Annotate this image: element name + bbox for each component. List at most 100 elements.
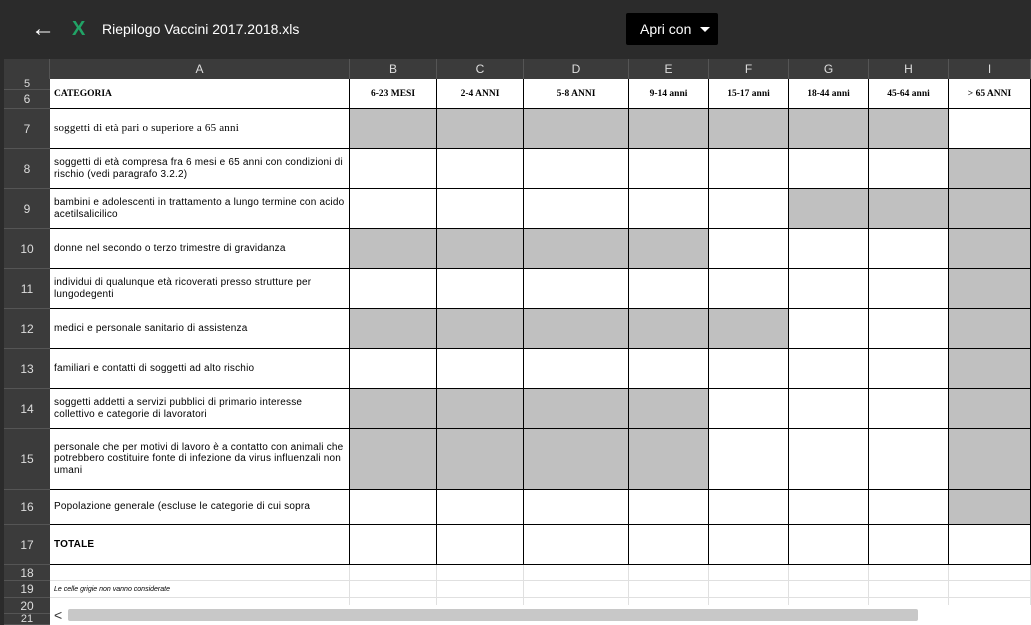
empty-cell[interactable] xyxy=(629,581,709,598)
data-cell[interactable] xyxy=(437,349,524,389)
data-cell[interactable] xyxy=(524,149,629,189)
data-cell[interactable] xyxy=(629,429,709,490)
data-cell[interactable] xyxy=(437,109,524,149)
data-cell[interactable] xyxy=(524,389,629,429)
empty-cell[interactable] xyxy=(350,581,437,598)
row-header-11[interactable]: 11 xyxy=(4,269,50,309)
empty-cell[interactable] xyxy=(709,581,789,598)
category-cell[interactable]: individui di qualunque età ricoverati pr… xyxy=(50,269,350,309)
row-header-12[interactable]: 12 xyxy=(4,309,50,349)
data-cell[interactable] xyxy=(524,490,629,525)
row-header-21[interactable]: 21 xyxy=(4,614,50,625)
row-header-15[interactable]: 15 xyxy=(4,429,50,490)
empty-cell[interactable] xyxy=(869,565,949,581)
data-cell[interactable] xyxy=(524,189,629,229)
empty-cell[interactable] xyxy=(350,565,437,581)
empty-cell[interactable] xyxy=(789,581,869,598)
data-cell[interactable] xyxy=(524,349,629,389)
data-cell[interactable] xyxy=(350,349,437,389)
data-cell[interactable] xyxy=(350,269,437,309)
header-age-3[interactable]: 5-8 ANNI xyxy=(524,79,629,109)
column-header-g[interactable]: G xyxy=(789,59,869,79)
category-cell[interactable]: Popolazione generale (escluse le categor… xyxy=(50,490,350,525)
data-cell[interactable] xyxy=(629,269,709,309)
data-cell[interactable] xyxy=(869,490,949,525)
data-cell[interactable] xyxy=(709,429,789,490)
data-cell[interactable] xyxy=(789,269,869,309)
header-age-4[interactable]: 9-14 anni xyxy=(629,79,709,109)
data-cell[interactable] xyxy=(949,189,1031,229)
data-cell[interactable] xyxy=(350,429,437,490)
data-cell[interactable] xyxy=(709,109,789,149)
back-arrow-icon[interactable]: ← xyxy=(31,15,55,43)
data-cell[interactable] xyxy=(629,389,709,429)
data-cell[interactable] xyxy=(789,490,869,525)
data-cell[interactable] xyxy=(949,269,1031,309)
empty-cell[interactable] xyxy=(949,565,1031,581)
data-cell[interactable] xyxy=(629,349,709,389)
data-cell[interactable] xyxy=(949,349,1031,389)
column-header-b[interactable]: B xyxy=(350,59,437,79)
data-cell[interactable] xyxy=(709,309,789,349)
data-cell[interactable] xyxy=(629,309,709,349)
data-cell[interactable] xyxy=(629,229,709,269)
data-cell[interactable] xyxy=(789,429,869,490)
totale-cell[interactable] xyxy=(869,525,949,565)
totale-cell[interactable] xyxy=(524,525,629,565)
totale-label[interactable]: TOTALE xyxy=(50,525,350,565)
data-cell[interactable] xyxy=(789,229,869,269)
row-header-20[interactable]: 20 xyxy=(4,598,50,614)
header-categoria[interactable]: CATEGORIA xyxy=(50,79,350,109)
data-cell[interactable] xyxy=(949,309,1031,349)
totale-cell[interactable] xyxy=(350,525,437,565)
data-cell[interactable] xyxy=(949,149,1031,189)
empty-cell[interactable] xyxy=(524,565,629,581)
select-all-corner[interactable] xyxy=(4,59,50,79)
category-cell[interactable]: personale che per motivi di lavoro è a c… xyxy=(50,429,350,490)
empty-cell[interactable] xyxy=(629,565,709,581)
data-cell[interactable] xyxy=(437,269,524,309)
data-cell[interactable] xyxy=(524,109,629,149)
data-cell[interactable] xyxy=(869,349,949,389)
data-cell[interactable] xyxy=(869,109,949,149)
column-header-a[interactable]: A xyxy=(50,59,350,79)
header-age-1[interactable]: 6-23 MESI xyxy=(350,79,437,109)
category-cell[interactable]: soggetti addetti a servizi pubblici di p… xyxy=(50,389,350,429)
totale-cell[interactable] xyxy=(789,525,869,565)
category-cell[interactable]: soggetti di età pari o superiore a 65 an… xyxy=(50,109,350,149)
empty-cell[interactable] xyxy=(869,581,949,598)
category-cell[interactable]: soggetti di età compresa fra 6 mesi e 65… xyxy=(50,149,350,189)
data-cell[interactable] xyxy=(350,309,437,349)
data-cell[interactable] xyxy=(524,309,629,349)
data-cell[interactable] xyxy=(350,149,437,189)
scroll-left-icon[interactable]: < xyxy=(54,607,62,623)
data-cell[interactable] xyxy=(437,229,524,269)
data-cell[interactable] xyxy=(949,490,1031,525)
category-cell[interactable]: donne nel secondo o terzo trimestre di g… xyxy=(50,229,350,269)
totale-cell[interactable] xyxy=(437,525,524,565)
data-cell[interactable] xyxy=(789,189,869,229)
data-cell[interactable] xyxy=(789,109,869,149)
data-cell[interactable] xyxy=(629,490,709,525)
data-cell[interactable] xyxy=(524,269,629,309)
data-cell[interactable] xyxy=(350,229,437,269)
data-cell[interactable] xyxy=(789,349,869,389)
totale-cell[interactable] xyxy=(709,525,789,565)
data-cell[interactable] xyxy=(869,309,949,349)
data-cell[interactable] xyxy=(869,429,949,490)
data-cell[interactable] xyxy=(789,309,869,349)
row-header-16[interactable]: 16 xyxy=(4,490,50,525)
data-cell[interactable] xyxy=(869,149,949,189)
data-cell[interactable] xyxy=(350,109,437,149)
row-header-14[interactable]: 14 xyxy=(4,389,50,429)
data-cell[interactable] xyxy=(949,429,1031,490)
data-cell[interactable] xyxy=(869,189,949,229)
row-header-8[interactable]: 8 xyxy=(4,149,50,189)
row-header-13[interactable]: 13 xyxy=(4,349,50,389)
category-cell[interactable]: medici e personale sanitario di assisten… xyxy=(50,309,350,349)
data-cell[interactable] xyxy=(350,490,437,525)
data-cell[interactable] xyxy=(437,389,524,429)
data-cell[interactable] xyxy=(437,490,524,525)
column-header-d[interactable]: D xyxy=(524,59,629,79)
data-cell[interactable] xyxy=(709,269,789,309)
